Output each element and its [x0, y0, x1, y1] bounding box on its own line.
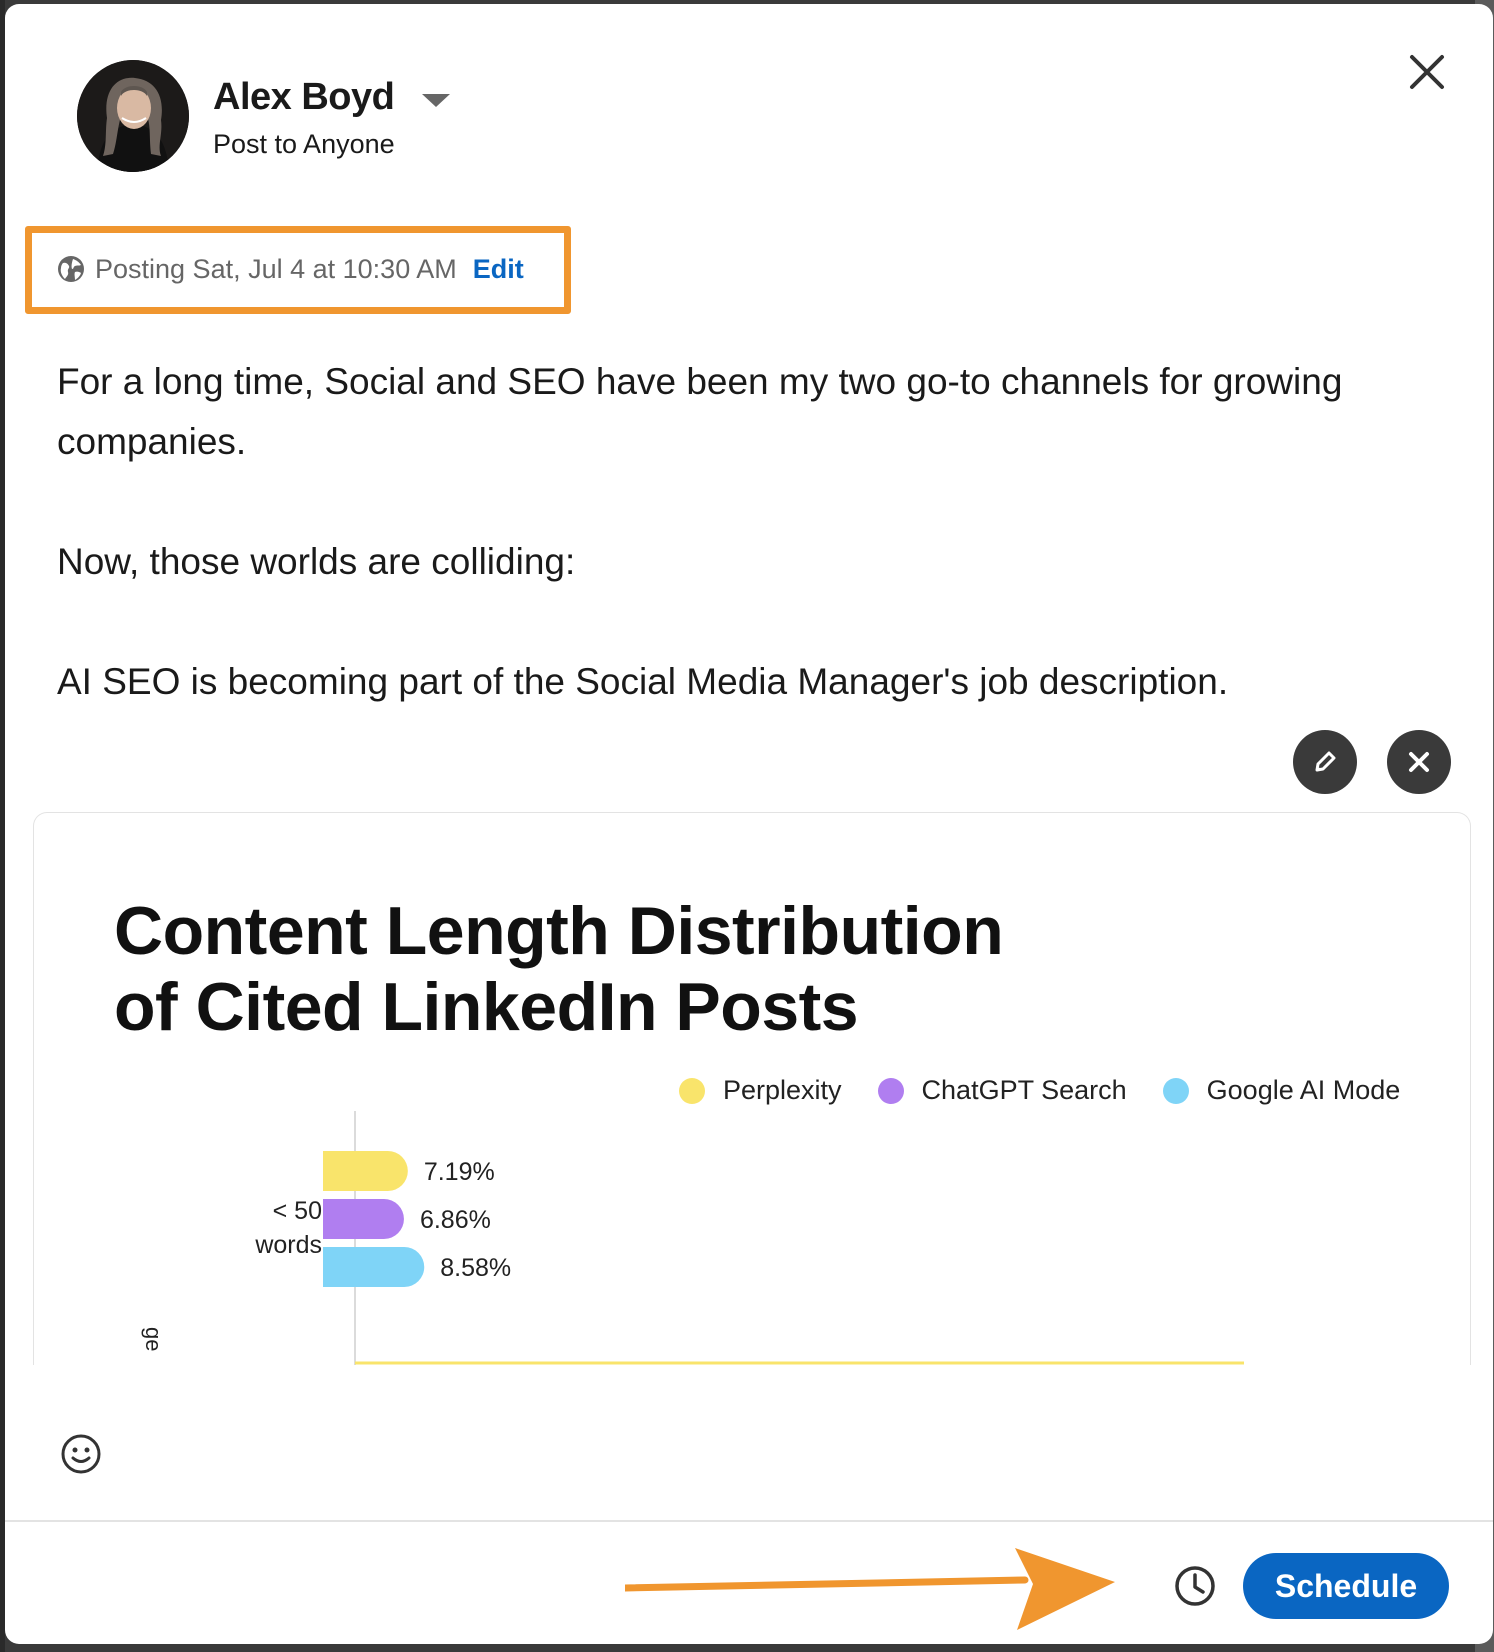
globe-icon [58, 256, 84, 282]
audience-selector[interactable]: Post to Anyone [213, 129, 395, 160]
attached-image: Content Length Distribution of Cited Lin… [33, 812, 1471, 1365]
post-paragraph: Now, those worlds are colliding: [57, 541, 576, 582]
bar-google-ai-mode [323, 1247, 425, 1287]
footer-divider [5, 1520, 1493, 1522]
category-label-line2: words [254, 1231, 322, 1259]
data-label: 6.86% [420, 1206, 491, 1234]
close-icon[interactable] [1403, 48, 1451, 96]
close-icon [1409, 752, 1429, 772]
remove-image-button[interactable] [1387, 730, 1451, 794]
bar-perplexity [323, 1151, 408, 1191]
edit-image-button[interactable] [1293, 730, 1357, 794]
pencil-icon [1315, 751, 1336, 772]
post-paragraph: For a long time, Social and SEO have bee… [57, 361, 1343, 462]
edit-schedule-link[interactable]: Edit [473, 254, 524, 285]
data-label: 7.19% [424, 1158, 495, 1186]
bar-chatgpt-search [323, 1199, 404, 1239]
create-post-dialog: Alex Boyd Post to Anyone Posting Sat, Ju… [5, 4, 1493, 1644]
post-paragraph: AI SEO is becoming part of the Social Me… [57, 661, 1229, 702]
chart-plot: < 50 words ge 7.19% 6.86% 8.58% [141, 1111, 1244, 1365]
schedule-button[interactable]: Schedule [1243, 1553, 1449, 1619]
smiley-icon[interactable] [59, 1432, 103, 1476]
caret-down-icon[interactable] [422, 94, 450, 107]
scheduled-time-row: Posting Sat, Jul 4 at 10:30 AM Edit [57, 249, 524, 289]
y-axis-label-partial: ge [141, 1327, 166, 1351]
avatar-photo [77, 60, 189, 172]
author-name[interactable]: Alex Boyd [213, 76, 395, 119]
category-label-line1: < 50 [273, 1197, 322, 1225]
data-label: 8.58% [440, 1254, 511, 1282]
posting-time-text: Posting Sat, Jul 4 at 10:30 AM [95, 253, 457, 284]
post-text-editor[interactable]: For a long time, Social and SEO have bee… [57, 352, 1457, 712]
avatar[interactable] [77, 60, 189, 172]
annotation-arrow-icon [625, 1548, 1115, 1630]
clock-icon[interactable] [1173, 1564, 1217, 1608]
